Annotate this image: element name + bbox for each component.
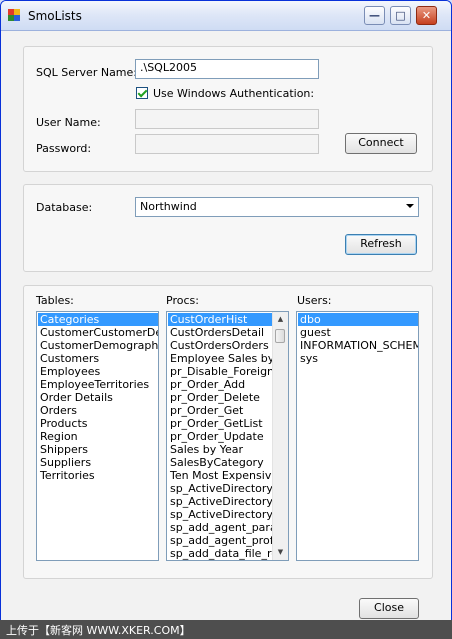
tables-item[interactable]: Customers [38,352,158,365]
title-bar[interactable]: SmoLists — □ ✕ [1,1,451,31]
procs-scrollbar[interactable]: ▲ ▼ [272,312,288,560]
database-selected: Northwind [140,200,197,213]
windows-auth-checkbox[interactable] [136,87,148,99]
password-label: Password: [36,142,92,155]
client-area: SQL Server Name: .\SQL2005 Use Windows A… [1,31,451,638]
server-name-input[interactable]: .\SQL2005 [135,59,319,79]
tables-item[interactable]: Categories [38,313,158,326]
procs-item[interactable]: sp_add_data_file_recover [168,547,273,560]
procs-item[interactable]: SalesByCategory [168,456,273,469]
username-label: User Name: [36,116,101,129]
procs-item[interactable]: sp_add_agent_parameter [168,521,273,534]
app-icon [8,9,21,22]
procs-item[interactable]: Sales by Year [168,443,273,456]
procs-item[interactable]: pr_Order_GetList [168,417,273,430]
chevron-down-icon [406,204,414,208]
procs-item[interactable]: CustOrderHist [168,313,273,326]
tables-item[interactable]: Region [38,430,158,443]
procs-item[interactable]: sp_ActiveDirectory_Start [168,508,273,521]
database-combo[interactable]: Northwind [135,197,419,217]
users-label: Users: [297,294,332,307]
procs-item[interactable]: sp_ActiveDirectory_SCP [168,495,273,508]
tables-listbox[interactable]: CategoriesCustomerCustomerDemoCustomerDe… [36,311,159,561]
users-listbox[interactable]: dbo guest INFORMATION_SCHEMA sys [296,311,419,561]
refresh-button[interactable]: Refresh [345,234,417,255]
procs-item[interactable]: CustOrdersDetail [168,326,273,339]
scroll-up-icon[interactable]: ▲ [274,313,287,326]
users-item[interactable]: dbo [298,313,418,326]
tables-item[interactable]: EmployeeTerritories [38,378,158,391]
watermark-text: 上传于【新客网 WWW.XKER.COM】 [6,624,191,637]
tables-item[interactable]: Products [38,417,158,430]
scroll-thumb[interactable] [275,329,285,343]
server-name-label: SQL Server Name: [36,66,137,79]
watermark-bar: 上传于【新客网 WWW.XKER.COM】 [0,620,452,639]
maximize-button[interactable]: □ [390,6,411,25]
procs-item[interactable]: Employee Sales by Country [168,352,273,365]
procs-item[interactable]: sp_add_agent_profile [168,534,273,547]
close-button[interactable]: Close [359,598,419,619]
users-item[interactable]: sys [298,352,418,365]
procs-item[interactable]: Ten Most Expensive Products [168,469,273,482]
tables-item[interactable]: Shippers [38,443,158,456]
tables-item[interactable]: CustomerDemographics [38,339,158,352]
procs-listbox[interactable]: CustOrderHist CustOrdersDetail CustOrdersO… [166,311,289,561]
username-input[interactable] [135,109,319,129]
scroll-down-icon[interactable]: ▼ [274,546,287,559]
minimize-button[interactable]: — [364,6,385,25]
password-input[interactable] [135,134,319,154]
users-item[interactable]: guest [298,326,418,339]
tables-item[interactable]: Order Details [38,391,158,404]
procs-item[interactable]: pr_Order_Delete [168,391,273,404]
tables-item[interactable]: Orders [38,404,158,417]
tables-item[interactable]: Suppliers [38,456,158,469]
procs-item[interactable]: pr_Disable_Foreign_Keys [168,365,273,378]
procs-item[interactable]: pr_Order_Update [168,430,273,443]
procs-item[interactable]: sp_ActiveDirectory_Obj [168,482,273,495]
database-label: Database: [36,201,93,214]
maximize-icon: □ [395,9,406,22]
tables-label: Tables: [36,294,74,307]
connect-button[interactable]: Connect [345,133,417,154]
close-icon: ✕ [421,9,432,22]
tables-item[interactable]: Territories [38,469,158,482]
procs-label: Procs: [166,294,199,307]
procs-item[interactable]: CustOrdersOrders [168,339,273,352]
close-window-button[interactable]: ✕ [416,6,437,25]
main-window: SmoLists — □ ✕ SQL Server Name: .\SQL200… [0,0,452,639]
users-item[interactable]: INFORMATION_SCHEMA [298,339,418,352]
windows-auth-label: Use Windows Authentication: [153,87,315,100]
tables-item[interactable]: Employees [38,365,158,378]
minimize-icon: — [369,9,380,22]
procs-item[interactable]: pr_Order_Add [168,378,273,391]
window-title: SmoLists [28,9,82,23]
procs-item[interactable]: pr_Order_Get [168,404,273,417]
tables-item[interactable]: CustomerCustomerDemo [38,326,158,339]
